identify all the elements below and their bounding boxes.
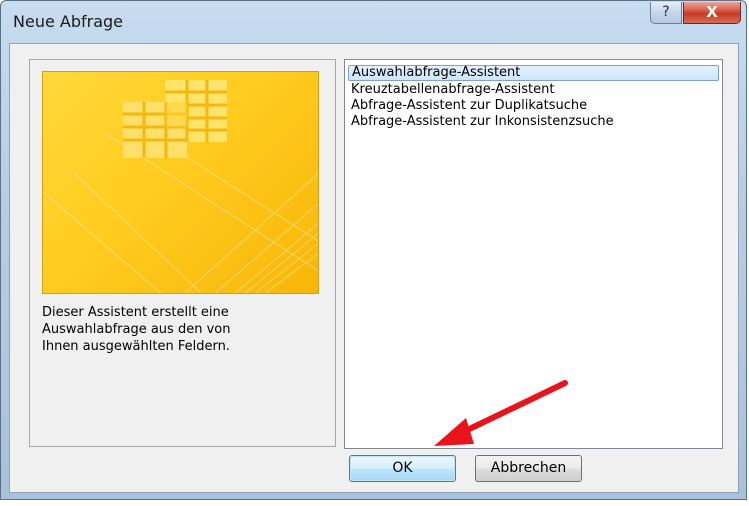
list-item-inkonsistenzsuche[interactable]: Abfrage-Assistent zur Inkonsistenzsuche [348, 114, 617, 130]
assistant-description: Dieser Assistent erstellt eine Auswahlab… [42, 304, 322, 355]
assistant-list[interactable]: Auswahlabfrage-Assistent Kreuztabellenab… [344, 59, 723, 449]
list-item-kreuztabellenabfrage[interactable]: Kreuztabellenabfrage-Assistent [348, 82, 557, 98]
dialog-window: Neue Abfrage ? X Dieser Assistent erstel… [0, 0, 747, 500]
title-bar[interactable]: Neue Abfrage ? X [1, 1, 746, 43]
help-icon: ? [662, 4, 670, 20]
preview-panel: Dieser Assistent erstellt eine Auswahlab… [29, 59, 336, 447]
close-button[interactable]: X [683, 2, 741, 24]
table-grid-icon [43, 80, 318, 293]
list-item-duplikatsuche[interactable]: Abfrage-Assistent zur Duplikatsuche [348, 98, 590, 114]
dialog-title: Neue Abfrage [13, 12, 123, 31]
close-icon: X [706, 3, 718, 21]
list-item-auswahlabfrage[interactable]: Auswahlabfrage-Assistent [348, 65, 719, 81]
query-preview-image [42, 71, 319, 294]
description-line: Auswahlabfrage aus den von [42, 322, 231, 337]
description-line: Dieser Assistent erstellt eine [42, 305, 229, 320]
ok-button[interactable]: OK [349, 455, 456, 482]
dialog-body: Dieser Assistent erstellt eine Auswahlab… [9, 43, 739, 493]
description-line: Ihnen ausgewählten Feldern. [42, 339, 230, 354]
cancel-button[interactable]: Abbrechen [475, 455, 582, 482]
help-button[interactable]: ? [650, 2, 682, 24]
